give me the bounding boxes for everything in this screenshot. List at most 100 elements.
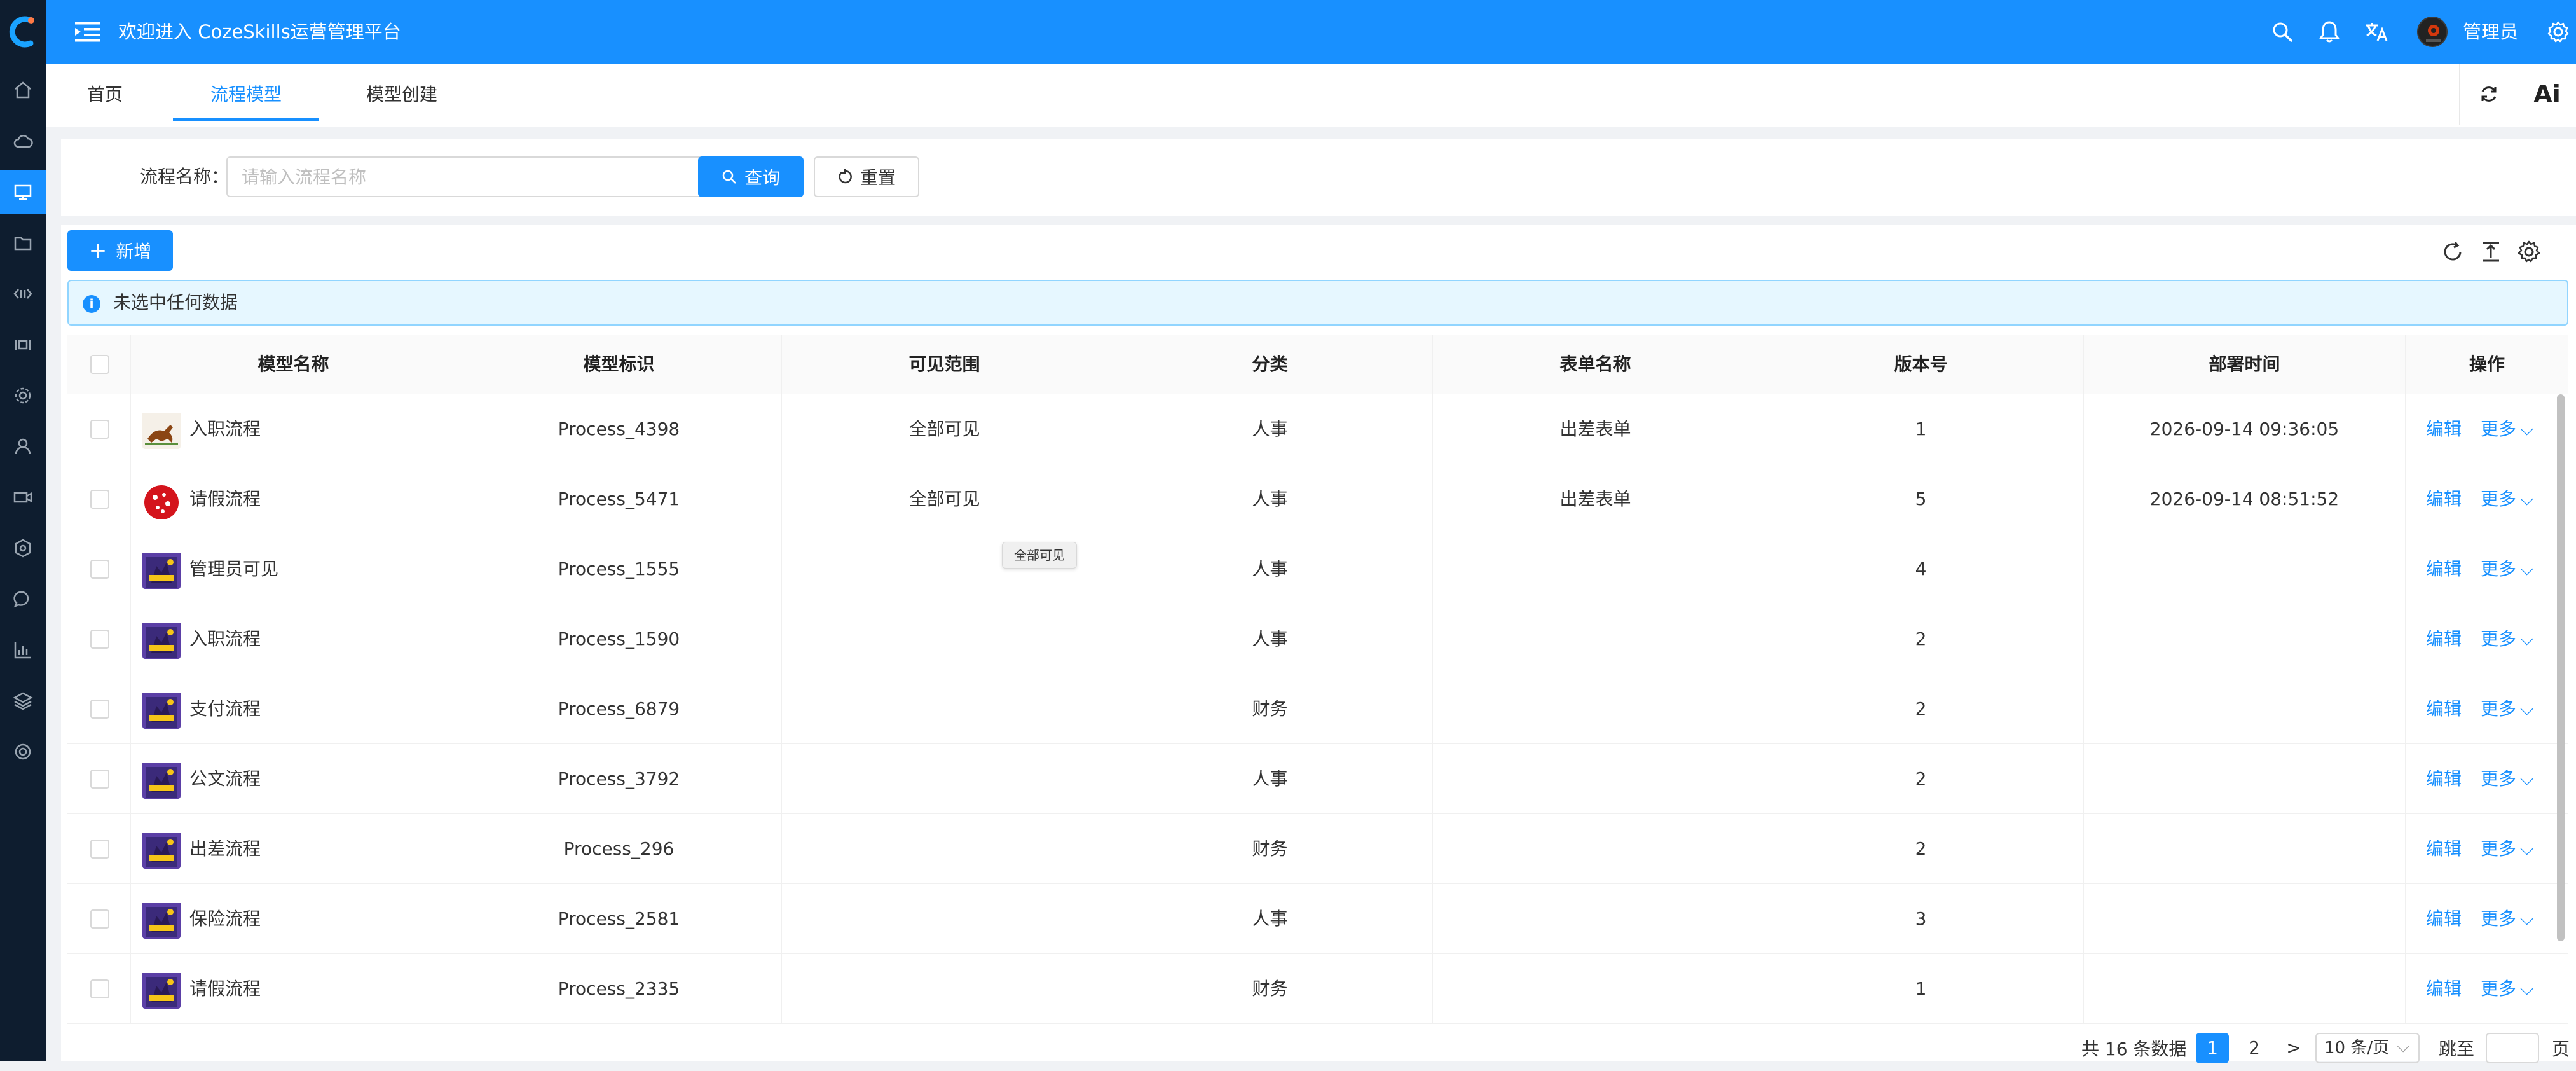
edit-link[interactable]: 编辑 [2426, 814, 2462, 884]
col-deploy-time[interactable]: 部署时间 [2084, 335, 2406, 394]
row-checkbox[interactable] [90, 630, 109, 649]
col-model-name[interactable]: 模型名称 [131, 335, 456, 394]
col-form-name[interactable]: 表单名称 [1433, 335, 1758, 394]
select-all-checkbox[interactable] [90, 355, 109, 374]
edit-link[interactable]: 编辑 [2426, 464, 2462, 534]
sidebar-item-message[interactable] [0, 577, 46, 621]
more-link[interactable]: 更多 ⌵ [2481, 884, 2533, 954]
col-category[interactable]: 分类 [1107, 335, 1433, 394]
reload-icon[interactable] [2439, 238, 2467, 266]
sidebar-item-monitor[interactable] [0, 170, 46, 214]
row-checkbox[interactable] [90, 840, 109, 859]
form-name: 出差表单 [1433, 464, 1758, 534]
model-thumbnail [142, 621, 181, 659]
bell-icon[interactable] [2313, 15, 2346, 48]
sidebar-item-target[interactable] [0, 730, 46, 773]
sidebar-item-settings-gear[interactable] [0, 527, 46, 570]
more-link[interactable]: 更多 ⌵ [2481, 814, 2533, 884]
more-link[interactable]: 更多 ⌵ [2481, 954, 2533, 1024]
more-link[interactable]: 更多 ⌵ [2481, 534, 2533, 604]
table-scrollbar[interactable] [2557, 394, 2565, 941]
row-checkbox[interactable] [90, 979, 109, 998]
sidebar-item-home[interactable] [0, 69, 46, 112]
tab-model-create[interactable]: 模型创建 [345, 64, 459, 121]
edit-link[interactable]: 编辑 [2426, 394, 2462, 464]
column-height-icon[interactable] [2477, 238, 2505, 266]
sidebar-item-broadcast[interactable] [0, 323, 46, 366]
app-logo[interactable] [0, 0, 46, 64]
username[interactable]: 管理员 [2463, 15, 2518, 48]
row-checkbox[interactable] [90, 560, 109, 579]
row-checkbox[interactable] [90, 909, 109, 929]
table-row[interactable]: 支付流程 Process_6879 财务 2 编辑 更多 ⌵ [67, 674, 2568, 744]
reset-button[interactable]: 重置 [814, 156, 919, 197]
sidebar-item-video[interactable] [0, 476, 46, 519]
row-checkbox[interactable] [90, 700, 109, 719]
sidebar-item-folder[interactable] [0, 221, 46, 265]
more-link[interactable]: 更多 ⌵ [2481, 464, 2533, 534]
sidebar-item-gear[interactable] [0, 374, 46, 417]
more-label: 更多 [2481, 978, 2517, 999]
more-link[interactable]: 更多 ⌵ [2481, 674, 2533, 744]
tab-home[interactable]: 首页 [70, 64, 140, 121]
sidebar-item-user[interactable] [0, 425, 46, 468]
col-version[interactable]: 版本号 [1758, 335, 2084, 394]
sidebar-item-code[interactable] [0, 272, 46, 315]
model-key: Process_296 [456, 814, 782, 884]
edit-link[interactable]: 编辑 [2426, 884, 2462, 954]
ai-menu-button[interactable]: Ai [2518, 64, 2576, 125]
edit-link[interactable]: 编辑 [2426, 534, 2462, 604]
table-row[interactable]: 请假流程 Process_5471 全部可见 人事 出差表单 5 2026-09-14 08… [67, 464, 2568, 534]
row-checkbox[interactable] [90, 490, 109, 509]
edit-link[interactable]: 编辑 [2426, 954, 2462, 1024]
jump-page-input[interactable] [2486, 1033, 2539, 1063]
column-settings-icon[interactable] [2515, 238, 2543, 266]
refresh-tabs-icon[interactable] [2459, 64, 2518, 125]
model-thumbnail [142, 761, 181, 799]
search-icon[interactable] [2266, 15, 2299, 48]
sidebar-item-chart[interactable] [0, 628, 46, 672]
edit-link[interactable]: 编辑 [2426, 674, 2462, 744]
tab-process-model[interactable]: 流程模型 [173, 64, 319, 121]
sidebar-item-layers[interactable] [0, 679, 46, 722]
page-size-select[interactable]: 10 条/页 ⌵ [2315, 1033, 2420, 1063]
table-row[interactable]: 公文流程 Process_3792 人事 2 编辑 更多 ⌵ [67, 744, 2568, 814]
sidebar-item-cloud[interactable] [0, 120, 46, 163]
visibility-scope [782, 814, 1107, 884]
table-row[interactable]: 入职流程 Process_4398 全部可见 人事 出差表单 1 2026-09-14 09… [67, 394, 2568, 464]
settings-icon[interactable] [2542, 15, 2575, 48]
more-label: 更多 [2481, 418, 2517, 439]
col-visibility[interactable]: 可见范围 [782, 335, 1107, 394]
translate-icon[interactable] [2360, 15, 2393, 48]
avatar[interactable] [2417, 17, 2448, 47]
edit-link[interactable]: 编辑 [2426, 604, 2462, 674]
table-row[interactable]: 出差流程 Process_296 财务 2 编辑 更多 ⌵ [67, 814, 2568, 884]
table-row[interactable]: 入职流程 Process_1590 人事 2 编辑 更多 ⌵ [67, 604, 2568, 674]
selection-alert: i 未选中任何数据 [67, 280, 2568, 326]
visibility-scope [782, 744, 1107, 814]
chevron-down-icon: ⌵ [2520, 768, 2534, 789]
category: 财务 [1107, 954, 1433, 1024]
col-model-key[interactable]: 模型标识 [456, 335, 782, 394]
add-button[interactable]: + 新增 [67, 230, 173, 271]
table-row[interactable]: 请假流程 Process_2335 财务 1 编辑 更多 ⌵ [67, 954, 2568, 1024]
next-page-icon[interactable]: > [2277, 1033, 2310, 1063]
tabs-right-tools: Ai [2459, 64, 2576, 125]
query-button[interactable]: 查询 [698, 156, 804, 197]
model-key: Process_1590 [456, 604, 782, 674]
menu-toggle-icon[interactable] [70, 14, 106, 50]
table-row[interactable]: 保险流程 Process_2581 人事 3 编辑 更多 ⌵ [67, 884, 2568, 954]
row-checkbox[interactable] [90, 770, 109, 789]
row-checkbox[interactable] [90, 420, 109, 439]
more-link[interactable]: 更多 ⌵ [2481, 604, 2533, 674]
version: 2 [1758, 814, 2084, 884]
page-1[interactable]: 1 [2196, 1033, 2229, 1063]
visibility-scope [782, 674, 1107, 744]
page-2[interactable]: 2 [2238, 1033, 2271, 1063]
process-name-input[interactable] [226, 156, 750, 197]
chevron-down-icon: ⌵ [2397, 1037, 2409, 1056]
more-link[interactable]: 更多 ⌵ [2481, 394, 2533, 464]
table-row[interactable]: 管理员可见 Process_1555 人事 4 编辑 更多 ⌵ [67, 534, 2568, 604]
edit-link[interactable]: 编辑 [2426, 744, 2462, 814]
more-link[interactable]: 更多 ⌵ [2481, 744, 2533, 814]
